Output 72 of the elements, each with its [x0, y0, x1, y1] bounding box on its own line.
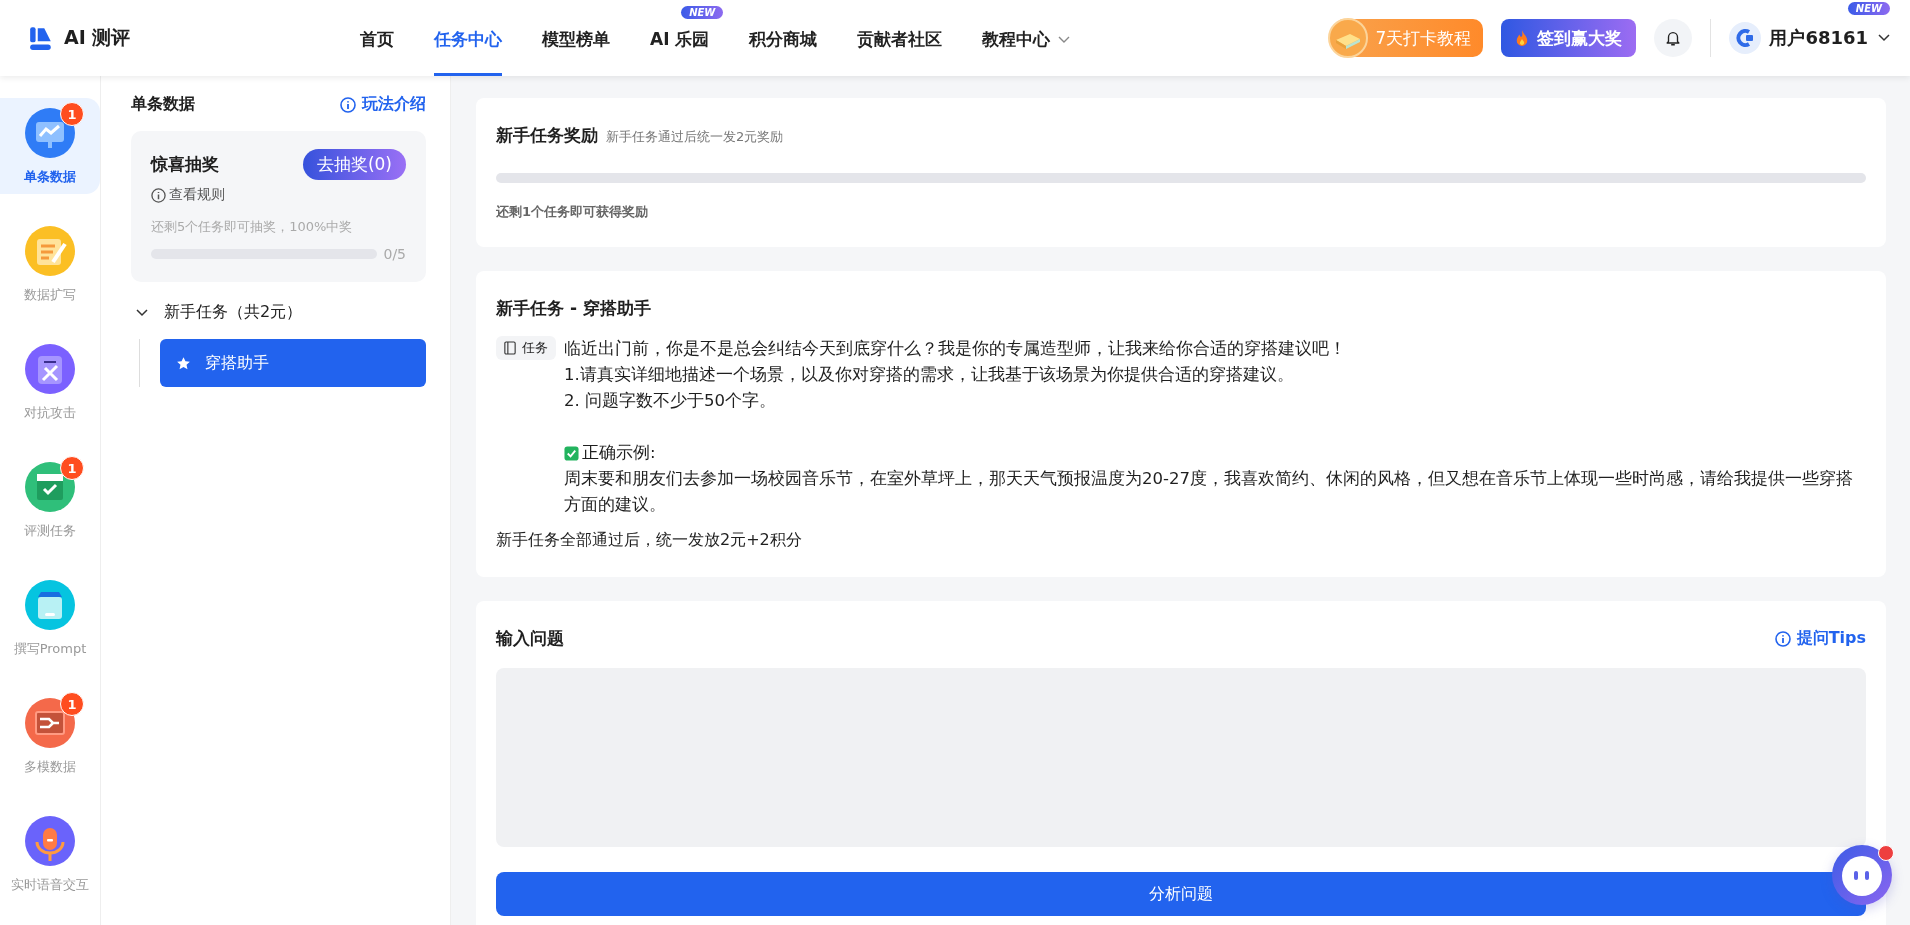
nav-tab[interactable]: 教程中心 [982, 28, 1071, 76]
monitor-chart-icon [25, 108, 75, 158]
chevron-down-icon [1878, 34, 1890, 42]
task-tag: 任务 [496, 336, 556, 360]
question-input[interactable] [496, 668, 1866, 847]
notification-bell-button[interactable] [1654, 19, 1693, 57]
chevron-icon [136, 308, 148, 317]
card-stack-icon [25, 580, 75, 630]
analyze-button[interactable]: 分析问题 [496, 872, 1866, 916]
rail-item[interactable]: 1 评测任务 [0, 452, 100, 548]
microphone-icon [25, 816, 75, 866]
presentation-board-icon [25, 698, 75, 748]
count-badge: 1 [60, 692, 84, 716]
reward-note: 还剩1个任务即可获得奖励 [496, 203, 650, 221]
rail-label: 多模数据 [24, 758, 76, 776]
nav-tab[interactable]: 模型榜单 [542, 28, 610, 76]
help-link[interactable]: 玩法介绍 [340, 94, 426, 115]
logo-text: AI 测评 [64, 25, 131, 50]
task-footer: 新手任务全部通过后，统一发放2元+2积分 [496, 530, 1866, 551]
info-icon [340, 96, 356, 113]
example-heading: 正确示例: [582, 442, 656, 464]
panel-title: 单条数据 [131, 94, 195, 115]
tips-link[interactable]: 提问Tips [1774, 628, 1866, 649]
flame-icon [1515, 29, 1530, 47]
avatar-icon [1729, 22, 1762, 54]
notepad-pencil-icon [25, 226, 75, 276]
check-icon [564, 445, 579, 461]
progress-count: 0/5 [383, 246, 406, 262]
info-icon [151, 187, 166, 203]
rail-item[interactable]: 数据扩写 [0, 216, 100, 312]
tree-group[interactable]: 新手任务（共2元） [131, 302, 426, 323]
rail-item[interactable]: 1 多模数据 [0, 688, 100, 784]
tree-item[interactable]: 穿搭助手 [160, 339, 426, 387]
rail-label: 评测任务 [24, 522, 76, 540]
card-title: 新手任务奖励 [496, 124, 598, 147]
task-text: 周末要和朋友们去参加一场校园音乐节，在室外草坪上，那天天气预报温度为20-27度，我喜欢简约、休闲的风格，但又想在音乐节上体现一些时尚感，请给我提供一些穿搭方面的建议。 [564, 468, 1854, 516]
rail-label: 实时语音交互 [11, 876, 89, 894]
checkin-button[interactable]: 签到赢大奖 [1501, 19, 1637, 57]
nav-tab[interactable]: 首页 [360, 28, 394, 76]
lottery-hint: 还剩5个任务即可抽奖，100%中奖 [151, 218, 354, 236]
new-badge: NEW [1847, 2, 1890, 15]
lottery-title: 惊喜抽奖 [151, 153, 219, 176]
nav-tab[interactable]: 积分商城 [749, 28, 818, 76]
rail-item[interactable]: 实时语音交互 [0, 806, 100, 902]
rules-link[interactable]: 查看规则 [151, 186, 406, 204]
nav-tab[interactable]: AI 乐园 [650, 28, 710, 76]
rail-label: 对抗攻击 [24, 404, 76, 422]
card-subtitle: 新手任务通过后统一发2元奖励 [606, 128, 784, 146]
new-badge: NEW [681, 6, 724, 19]
book-icon [504, 341, 516, 355]
rail-item[interactable]: 对抗攻击 [0, 334, 100, 430]
draw-button[interactable]: 去抽奖(0) [302, 149, 406, 180]
rail-item[interactable]: 1 单条数据 [0, 98, 100, 194]
task-text: 2. 问题字数不少于50个字。 [564, 390, 777, 412]
count-badge: 1 [60, 456, 84, 480]
task-text: 1.请真实详细地描述一个场景，以及你对穿搭的需求，让我基于该场景为你提供合适的穿搭建议。 [564, 364, 1295, 386]
book-icon [1327, 18, 1368, 58]
chatbot-button[interactable] [1832, 845, 1892, 905]
nav-tab[interactable]: 贡献者社区 [857, 28, 943, 76]
star-icon [176, 355, 191, 371]
rail-label: 数据扩写 [24, 286, 76, 304]
rail-item[interactable]: 撰写Prompt [0, 570, 100, 666]
count-badge: 1 [60, 102, 84, 126]
info-icon [1774, 630, 1791, 647]
rail-label: 撰写Prompt [13, 640, 87, 658]
task-text: 临近出门前，你是不是总会纠结今天到底穿什么？我是你的专属造型师，让我来给你合适的穿搭建议吧！ [564, 338, 1347, 360]
user-menu[interactable]: 用户68161 [1769, 26, 1890, 50]
card-title: 新手任务 - 穿搭助手 [496, 297, 652, 320]
rail-label: 单条数据 [24, 168, 76, 186]
calendar-check-icon [25, 462, 75, 512]
card-title: 输入问题 [496, 627, 564, 650]
logo-icon [28, 25, 54, 51]
